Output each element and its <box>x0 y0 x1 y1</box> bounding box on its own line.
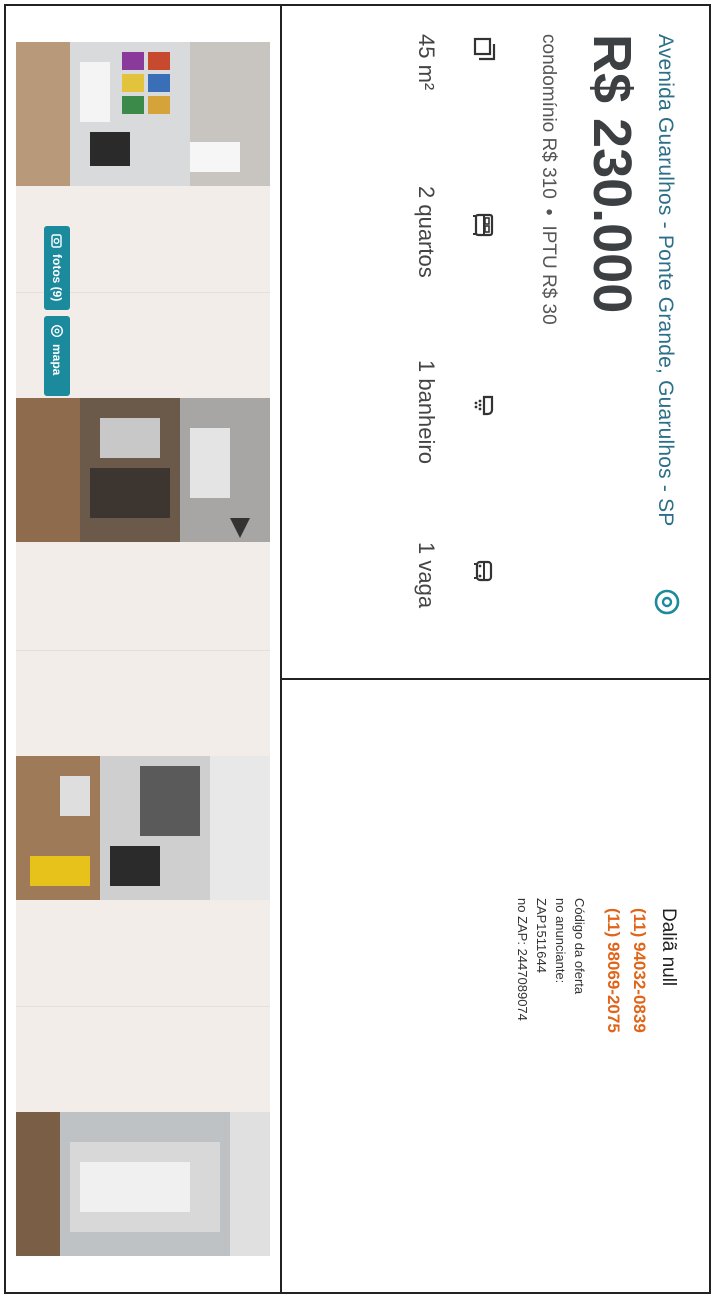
gallery-photo-2[interactable] <box>16 398 270 542</box>
gallery-placeholder-2 <box>16 542 270 756</box>
offer-code-advertiser-label: no anunciante: <box>553 898 568 984</box>
area-icon <box>473 37 496 61</box>
gallery-photo-3[interactable] <box>16 756 270 900</box>
photos-button-label: fotos (9) <box>50 254 64 302</box>
rotated-content: Avenida Guarulhos - Ponte Grande, Guarul… <box>0 0 715 1298</box>
offer-code-zap: no ZAP: 2447089074 <box>515 898 530 1021</box>
gallery-photo-4[interactable] <box>16 1112 270 1256</box>
gallery-divider <box>16 650 270 651</box>
gallery-photo-1[interactable] <box>16 42 270 186</box>
feature-area: 45 m² <box>414 34 439 91</box>
contact-card: Daliã null (11) 94032-0839 (11) 98069-20… <box>280 678 711 1294</box>
map-pin-icon <box>50 324 64 338</box>
fee-separator: • <box>538 208 559 216</box>
bed-icon <box>473 213 494 237</box>
camera-icon <box>51 234 62 248</box>
phone-link-1[interactable]: (11) 94032-0839 <box>629 908 649 1033</box>
shower-icon <box>474 395 494 416</box>
condo-fee: condomínio R$ 310 <box>538 34 559 199</box>
feature-bathrooms: 1 banheiro <box>414 360 439 464</box>
agent-name: Daliã null <box>658 908 679 987</box>
map-button-label: mapa <box>50 344 64 376</box>
offer-code-advertiser-value: ZAP1511644 <box>534 898 549 973</box>
photo-gallery[interactable]: fotos (9) mapa <box>4 4 282 1294</box>
car-icon <box>474 560 493 582</box>
listing-card[interactable]: Avenida Guarulhos - Ponte Grande, Guarul… <box>280 4 711 680</box>
offer-code-title: Código da oferta <box>572 898 587 995</box>
phone-link-2[interactable]: (11) 98069-2075 <box>603 908 623 1033</box>
location-pin-icon[interactable] <box>653 588 681 616</box>
screen: Avenida Guarulhos - Ponte Grande, Guarul… <box>0 0 715 1298</box>
feature-parking: 1 vaga <box>414 542 439 609</box>
listing-price: R$ 230.000 <box>582 34 642 314</box>
listing-address[interactable]: Avenida Guarulhos - Ponte Grande, Guarul… <box>653 34 677 527</box>
photos-button[interactable]: fotos (9) <box>44 226 70 310</box>
feature-bedrooms: 2 quartos <box>414 186 439 278</box>
iptu-fee: IPTU R$ 30 <box>538 225 559 325</box>
listing-fees: condomínio R$ 310 • IPTU R$ 30 <box>537 34 559 325</box>
map-button[interactable]: mapa <box>44 316 70 396</box>
gallery-divider <box>16 1006 270 1007</box>
